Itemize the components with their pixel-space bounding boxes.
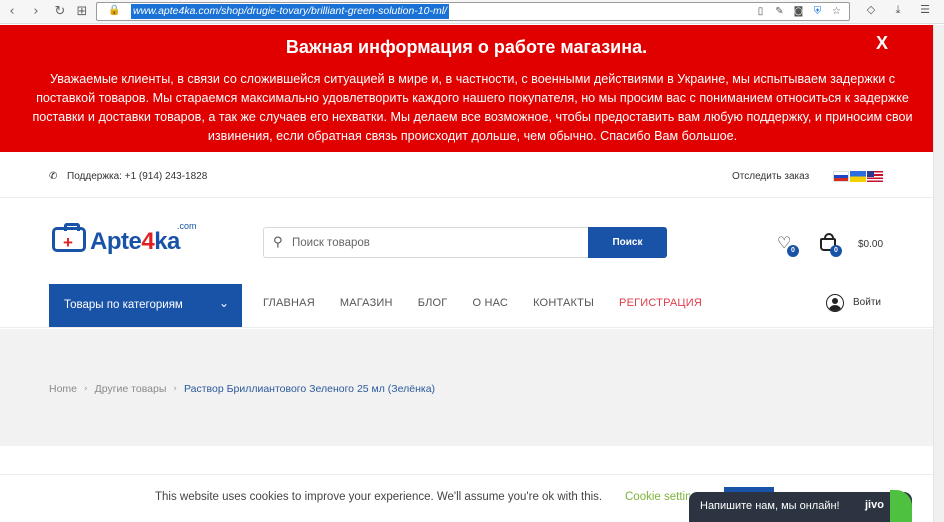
notice-body: Уважаемые клиенты, в связи со сложившейс… — [32, 72, 913, 143]
top-strip: ✆ Поддержка: +1 (914) 243-1828 Отследить… — [0, 152, 933, 198]
chevron-right-icon: › — [84, 384, 88, 394]
reader-icon[interactable]: ▯ — [754, 4, 767, 19]
cookie-settings-link[interactable]: Cookie settings — [625, 491, 690, 503]
breadcrumb-category[interactable]: Другие товары — [95, 383, 167, 395]
flag-ua-icon[interactable] — [850, 171, 866, 182]
download-icon[interactable]: ⤓ — [891, 3, 905, 17]
breadcrumb-home[interactable]: Home — [49, 383, 77, 395]
lock-icon: 🔒 — [108, 5, 121, 16]
nav-blog[interactable]: БЛОГ — [418, 297, 448, 309]
back-icon[interactable]: ‹ — [2, 2, 22, 22]
flag-us-icon[interactable] — [867, 171, 883, 182]
address-bar[interactable]: 🔒 www.apte4ka.com/shop/drugie-tovary/bri… — [96, 2, 850, 21]
chat-widget[interactable]: Напишите нам, мы онлайн! jivo — [689, 492, 912, 522]
logo[interactable]: + Apte4ka .com — [52, 221, 202, 258]
support-phone[interactable]: Поддержка: +1 (914) 243-1828 — [67, 171, 207, 182]
nav-about[interactable]: О НАС — [472, 297, 508, 309]
extension-icon[interactable]: ◇ — [864, 3, 878, 17]
phone-icon: ✆ — [49, 171, 58, 182]
forward-icon[interactable]: › — [26, 2, 46, 22]
medkit-icon: + — [52, 223, 86, 252]
track-order-link[interactable]: Отследить заказ — [732, 171, 809, 182]
wishlist-button[interactable]: ♡ 0 — [777, 233, 799, 257]
url-text[interactable]: www.apte4ka.com/shop/drugie-tovary/brill… — [131, 4, 449, 19]
search-input[interactable] — [292, 234, 582, 252]
cart-count: 0 — [830, 245, 842, 257]
nav-register[interactable]: РЕГИСТРАЦИЯ — [619, 297, 702, 309]
search-icon: ⚲ — [273, 235, 283, 250]
chevron-right-icon: › — [173, 384, 177, 394]
main-menu: ГЛАВНАЯ МАГАЗИН БЛОГ О НАС КОНТАКТЫ РЕГИ… — [263, 297, 727, 309]
notice-title: Важная информация о работе магазина. — [285, 37, 648, 57]
login-label: Войти — [853, 297, 881, 308]
camera-icon[interactable]: ◙ — [792, 4, 805, 19]
reload-icon[interactable]: ↻ — [50, 2, 70, 22]
tabs-grid-icon[interactable]: ⊞ — [72, 2, 92, 22]
cart-total[interactable]: $0.00 — [858, 239, 883, 250]
search-box: ⚲ Поиск — [263, 227, 667, 258]
notice-close-button[interactable]: X — [876, 33, 888, 54]
browser-toolbar: ‹ › ↻ ⊞ 🔒 www.apte4ka.com/shop/drugie-to… — [0, 0, 944, 24]
star-icon[interactable]: ☆ — [830, 4, 843, 19]
shield-icon[interactable]: ⛨ — [811, 4, 824, 19]
language-flags — [833, 171, 883, 182]
cart-button[interactable]: 0 — [820, 233, 842, 257]
categories-label: Товары по категориям — [64, 299, 183, 311]
chat-text: Напишите нам, мы онлайн! — [700, 500, 840, 512]
breadcrumb: Home › Другие товары › Раствор Бриллиант… — [49, 383, 435, 395]
chat-brand: jivo — [865, 499, 884, 511]
chevron-down-icon: ⌄ — [218, 296, 229, 310]
cookie-text: This website uses cookies to improve you… — [155, 491, 603, 503]
user-icon — [826, 294, 844, 312]
nav-shop[interactable]: МАГАЗИН — [340, 297, 393, 309]
menu-icon[interactable]: ☰ — [918, 3, 932, 17]
flag-ru-icon[interactable] — [833, 171, 849, 182]
edit-icon[interactable]: ✎ — [773, 4, 786, 19]
categories-button[interactable]: Товары по категориям ⌄ — [49, 284, 242, 327]
breadcrumb-band: Home › Другие товары › Раствор Бриллиант… — [0, 329, 933, 446]
nav-home[interactable]: ГЛАВНАЯ — [263, 297, 315, 309]
site-header: + Apte4ka .com ⚲ Поиск ♡ 0 0 $0.00 Товар… — [0, 198, 933, 328]
nav-contacts[interactable]: КОНТАКТЫ — [533, 297, 594, 309]
store-notice: Важная информация о работе магазина. X У… — [0, 25, 933, 152]
search-button[interactable]: Поиск — [588, 227, 667, 258]
breadcrumb-current: Раствор Бриллиантового Зеленого 25 мл (З… — [184, 383, 436, 395]
wishlist-count: 0 — [787, 245, 799, 257]
page-scrollbar[interactable] — [933, 25, 944, 522]
